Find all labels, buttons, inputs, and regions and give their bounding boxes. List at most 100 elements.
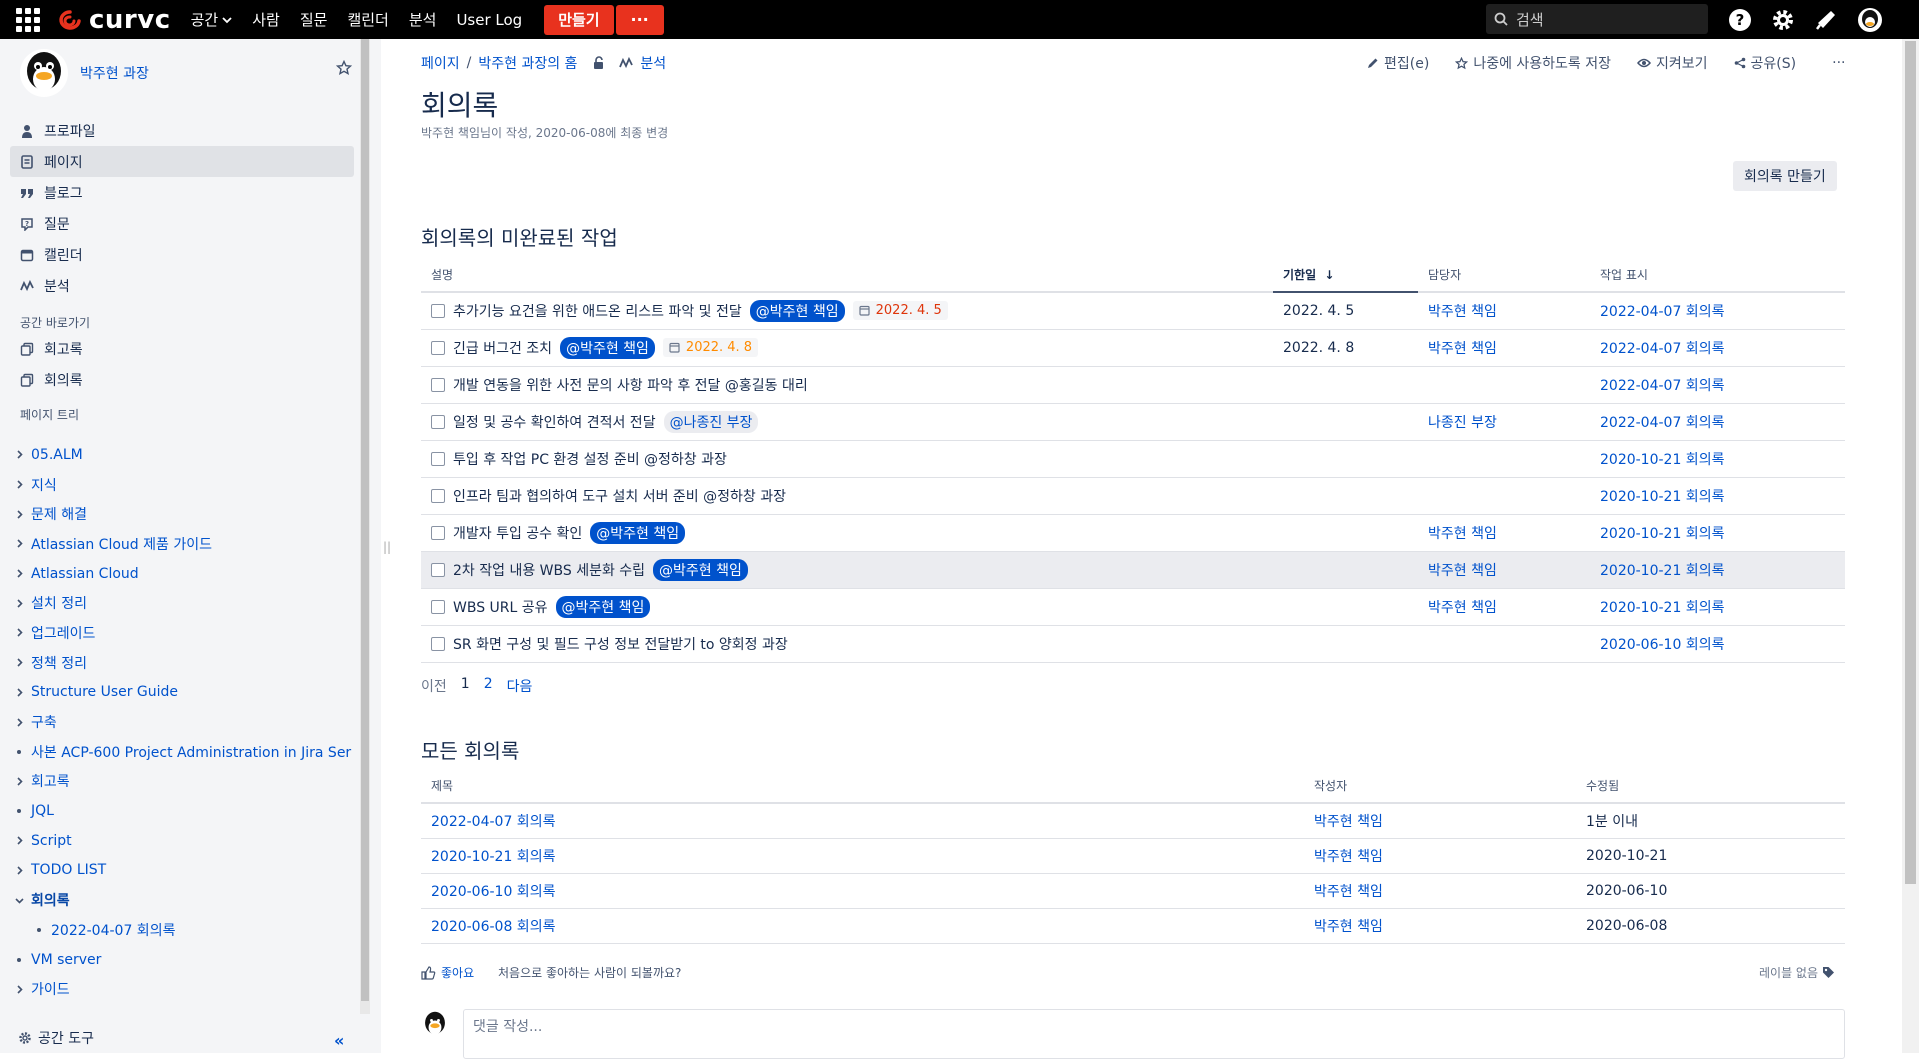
chevron-right-icon[interactable] <box>14 985 24 994</box>
app-switcher-icon[interactable] <box>15 7 41 33</box>
breadcrumb-home[interactable]: 박주현 과장의 홈 <box>478 53 577 73</box>
tree-item[interactable]: TODO LIST <box>14 856 354 886</box>
space-name[interactable]: 박주현 과장 <box>80 63 149 83</box>
tree-item[interactable]: 회고록 <box>14 767 354 797</box>
nav-questions[interactable]: 질문 <box>300 9 328 30</box>
tree-item-label[interactable]: 업그레이드 <box>31 623 95 643</box>
sidebar-scroll-thumb[interactable] <box>361 39 369 1001</box>
page-scrollbar[interactable] <box>1902 39 1919 1053</box>
nav-spaces[interactable]: 공간 <box>191 9 233 30</box>
tree-item[interactable]: 지식 <box>14 470 354 500</box>
tree-item[interactable]: 05.ALM <box>14 440 354 470</box>
task-page-link[interactable]: 2020-10-21 회의록 <box>1600 452 1724 468</box>
chevron-down-icon[interactable] <box>14 896 24 905</box>
nav-people[interactable]: 사람 <box>252 9 280 30</box>
column-header-description[interactable]: 설명 <box>421 258 1273 293</box>
page-analytics-link[interactable]: 분석 <box>640 53 666 73</box>
tree-item[interactable]: Atlassian Cloud 제품 가이드 <box>14 529 354 559</box>
tree-item-label[interactable]: 지식 <box>31 475 57 495</box>
help-icon[interactable]: ? <box>1727 7 1753 33</box>
unlock-icon[interactable] <box>592 56 606 70</box>
sidebar-item-calendar[interactable]: 캘린더 <box>10 239 354 270</box>
edit-button[interactable]: 편집(e) <box>1367 53 1429 73</box>
nav-analytics[interactable]: 분석 <box>409 9 437 30</box>
space-tools-button[interactable]: 공간 도구 <box>18 1028 94 1048</box>
task-checkbox[interactable] <box>431 414 445 429</box>
tree-item-label[interactable]: 구축 <box>31 712 57 732</box>
task-assignee[interactable]: 나종진 부장 <box>1428 415 1497 431</box>
chevron-right-icon[interactable] <box>14 688 24 697</box>
tree-item-label[interactable]: 사본 ACP-600 Project Administration in Jir… <box>31 742 351 762</box>
tree-item-label[interactable]: Structure User Guide <box>31 684 178 700</box>
pagination-page-1[interactable]: 1 <box>461 676 470 696</box>
task-assignee[interactable]: 박주현 책임 <box>1428 526 1497 542</box>
task-assignee[interactable]: 박주현 책임 <box>1428 600 1497 616</box>
chevron-right-icon[interactable] <box>14 658 24 667</box>
tree-item[interactable]: 정책 정리 <box>14 648 354 678</box>
task-checkbox[interactable] <box>431 340 445 355</box>
task-page-link[interactable]: 2022-04-07 회의록 <box>1600 415 1724 431</box>
watch-button[interactable]: 지켜보기 <box>1637 53 1708 73</box>
meeting-title-link[interactable]: 2020-06-08 회의록 <box>431 919 555 935</box>
chevron-right-icon[interactable] <box>14 866 24 875</box>
star-icon[interactable] <box>336 60 352 76</box>
task-checkbox[interactable] <box>431 525 445 540</box>
create-button[interactable]: 만들기 <box>544 4 614 35</box>
task-page-link[interactable]: 2020-10-21 회의록 <box>1600 600 1724 616</box>
column-header-author[interactable]: 작성자 <box>1304 769 1576 804</box>
meeting-title-link[interactable]: 2022-04-07 회의록 <box>431 814 555 830</box>
tree-item[interactable]: 2022-04-07 회의록 <box>14 915 354 945</box>
chevron-right-icon[interactable] <box>14 836 24 845</box>
chevron-right-icon[interactable] <box>14 539 24 548</box>
task-checkbox[interactable] <box>431 303 445 318</box>
tree-item[interactable]: 구축 <box>14 707 354 737</box>
create-meeting-notes-button[interactable]: 회의록 만들기 <box>1733 161 1837 191</box>
task-assignee[interactable]: 박주현 책임 <box>1428 341 1497 357</box>
pagination-next[interactable]: 다음 <box>507 676 533 696</box>
user-mention[interactable]: @박주현 책임 <box>653 558 748 581</box>
user-mention[interactable]: @박주현 책임 <box>555 595 651 618</box>
tree-item[interactable]: 회의록 <box>14 885 354 915</box>
task-page-link[interactable]: 2022-04-07 회의록 <box>1600 341 1724 357</box>
chevron-right-icon[interactable] <box>14 628 24 638</box>
tree-item-label[interactable]: 정책 정리 <box>31 653 87 673</box>
user-avatar-icon[interactable] <box>1857 7 1883 33</box>
column-header-page[interactable]: 작업 표시 <box>1590 258 1845 293</box>
tree-item[interactable]: 가이드 <box>14 974 354 1004</box>
task-checkbox[interactable] <box>431 451 445 466</box>
chevron-right-icon[interactable] <box>14 599 24 608</box>
column-header-assignee[interactable]: 담당자 <box>1418 258 1590 293</box>
tree-item[interactable]: JQL <box>14 796 354 826</box>
chevron-right-icon[interactable] <box>14 777 24 786</box>
task-assignee[interactable]: 박주현 책임 <box>1428 563 1497 579</box>
meeting-author[interactable]: 박주현 책임 <box>1314 814 1383 830</box>
pagination-page-2[interactable]: 2 <box>484 676 493 696</box>
tree-item[interactable]: Script <box>14 826 354 856</box>
tree-item[interactable]: 문제 해결 <box>14 499 354 529</box>
more-actions-button[interactable]: ··· <box>1832 55 1845 71</box>
user-mention[interactable]: @박주현 책임 <box>590 521 686 544</box>
chevron-right-icon[interactable] <box>14 480 24 489</box>
tree-item[interactable]: VM server <box>14 945 354 975</box>
tree-item-label[interactable]: 회의록 <box>31 890 70 910</box>
tree-item-label[interactable]: VM server <box>31 952 101 968</box>
task-checkbox[interactable] <box>431 377 445 392</box>
share-button[interactable]: 공유(S) <box>1734 53 1796 73</box>
task-checkbox[interactable] <box>431 636 445 651</box>
labels-area[interactable]: 레이블 없음 <box>1759 964 1835 981</box>
chevron-right-icon[interactable] <box>14 510 24 519</box>
nav-user-log[interactable]: User Log <box>456 11 522 29</box>
tree-item-label[interactable]: TODO LIST <box>31 862 106 878</box>
sidebar-item-pages[interactable]: 페이지 <box>10 146 354 177</box>
meeting-author[interactable]: 박주현 책임 <box>1314 884 1383 900</box>
tree-item-label[interactable]: 05.ALM <box>31 447 83 463</box>
tree-item[interactable]: Atlassian Cloud <box>14 559 354 589</box>
meeting-title-link[interactable]: 2020-06-10 회의록 <box>431 884 555 900</box>
shortcut-retrospectives[interactable]: 회고록 <box>10 333 354 364</box>
meeting-author[interactable]: 박주현 책임 <box>1314 849 1383 865</box>
tree-item-label[interactable]: Atlassian Cloud <box>31 566 139 582</box>
sidebar-item-profile[interactable]: 프로파일 <box>10 115 354 146</box>
sidebar-item-analytics[interactable]: 분석 <box>10 270 354 301</box>
task-assignee[interactable]: 박주현 책임 <box>1428 304 1497 320</box>
shortcut-meeting-notes[interactable]: 회의록 <box>10 364 354 395</box>
